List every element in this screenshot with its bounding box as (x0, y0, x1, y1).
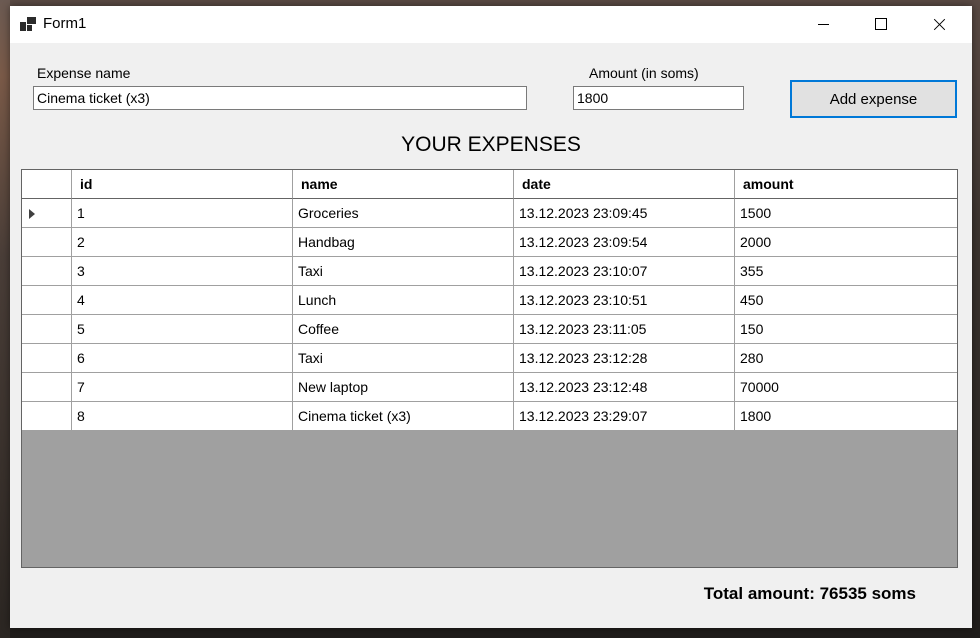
add-expense-button[interactable]: Add expense (790, 80, 957, 118)
maximize-button[interactable] (852, 6, 910, 43)
form-window: Form1 Expense name Amount (in soms) Add … (10, 6, 972, 628)
expenses-heading: YOUR EXPENSES (401, 133, 581, 156)
cell-id[interactable]: 2 (72, 228, 293, 257)
cell-id[interactable]: 3 (72, 257, 293, 286)
row-header-corner[interactable] (22, 170, 72, 199)
cell-id[interactable]: 6 (72, 344, 293, 373)
cell-date[interactable]: 13.12.2023 23:09:45 (514, 199, 735, 228)
cell-id[interactable]: 7 (72, 373, 293, 402)
cell-amount[interactable]: 355 (735, 257, 957, 286)
cell-date[interactable]: 13.12.2023 23:10:51 (514, 286, 735, 315)
cell-date[interactable]: 13.12.2023 23:12:28 (514, 344, 735, 373)
cell-id[interactable]: 8 (72, 402, 293, 431)
window-title: Form1 (43, 15, 87, 32)
row-header[interactable] (22, 402, 72, 431)
column-header-amount[interactable]: amount (735, 170, 957, 199)
cell-id[interactable]: 5 (72, 315, 293, 344)
cell-amount[interactable]: 70000 (735, 373, 957, 402)
row-header[interactable] (22, 199, 72, 228)
cell-name[interactable]: Taxi (293, 344, 514, 373)
expenses-grid[interactable]: id name date amount 1 Groceries 13.12.20… (21, 169, 958, 568)
cell-date[interactable]: 13.12.2023 23:12:48 (514, 373, 735, 402)
table-row[interactable]: 6 Taxi 13.12.2023 23:12:28 280 (22, 344, 957, 373)
table-row[interactable]: 2 Handbag 13.12.2023 23:09:54 2000 (22, 228, 957, 257)
grid-header-row: id name date amount (22, 170, 957, 199)
cell-id[interactable]: 1 (72, 199, 293, 228)
cell-date[interactable]: 13.12.2023 23:10:07 (514, 257, 735, 286)
cell-name[interactable]: New laptop (293, 373, 514, 402)
column-header-id[interactable]: id (72, 170, 293, 199)
table-row[interactable]: 1 Groceries 13.12.2023 23:09:45 1500 (22, 199, 957, 228)
close-button[interactable] (910, 6, 968, 43)
cell-name[interactable]: Taxi (293, 257, 514, 286)
cell-name[interactable]: Coffee (293, 315, 514, 344)
column-header-date[interactable]: date (514, 170, 735, 199)
row-header[interactable] (22, 315, 72, 344)
cell-amount[interactable]: 2000 (735, 228, 957, 257)
row-header[interactable] (22, 257, 72, 286)
row-header[interactable] (22, 373, 72, 402)
column-header-name[interactable]: name (293, 170, 514, 199)
table-row[interactable]: 4 Lunch 13.12.2023 23:10:51 450 (22, 286, 957, 315)
row-header[interactable] (22, 344, 72, 373)
cell-amount[interactable]: 150 (735, 315, 957, 344)
cell-name[interactable]: Lunch (293, 286, 514, 315)
cell-id[interactable]: 4 (72, 286, 293, 315)
maximize-icon (875, 18, 887, 30)
current-row-arrow-icon (29, 209, 35, 219)
cell-name[interactable]: Groceries (293, 199, 514, 228)
minimize-button[interactable] (794, 6, 852, 43)
cell-name[interactable]: Handbag (293, 228, 514, 257)
cell-date[interactable]: 13.12.2023 23:29:07 (514, 402, 735, 431)
cell-amount[interactable]: 1800 (735, 402, 957, 431)
cell-name[interactable]: Cinema ticket (x3) (293, 402, 514, 431)
title-bar[interactable]: Form1 (10, 6, 972, 43)
row-header[interactable] (22, 228, 72, 257)
amount-input[interactable] (573, 86, 744, 110)
table-row[interactable]: 8 Cinema ticket (x3) 13.12.2023 23:29:07… (22, 402, 957, 431)
cell-date[interactable]: 13.12.2023 23:11:05 (514, 315, 735, 344)
cell-amount[interactable]: 1500 (735, 199, 957, 228)
desktop-background (0, 0, 10, 638)
amount-label: Amount (in soms) (589, 65, 699, 81)
expense-name-input[interactable] (33, 86, 527, 110)
form-app-icon (20, 16, 36, 32)
expense-name-label: Expense name (37, 65, 131, 81)
row-header[interactable] (22, 286, 72, 315)
cell-amount[interactable]: 450 (735, 286, 957, 315)
total-amount-label: Total amount: 76535 soms (703, 584, 916, 603)
table-row[interactable]: 3 Taxi 13.12.2023 23:10:07 355 (22, 257, 957, 286)
cell-date[interactable]: 13.12.2023 23:09:54 (514, 228, 735, 257)
cell-amount[interactable]: 280 (735, 344, 957, 373)
table-row[interactable]: 7 New laptop 13.12.2023 23:12:48 70000 (22, 373, 957, 402)
minimize-icon (818, 24, 829, 25)
table-row[interactable]: 5 Coffee 13.12.2023 23:11:05 150 (22, 315, 957, 344)
